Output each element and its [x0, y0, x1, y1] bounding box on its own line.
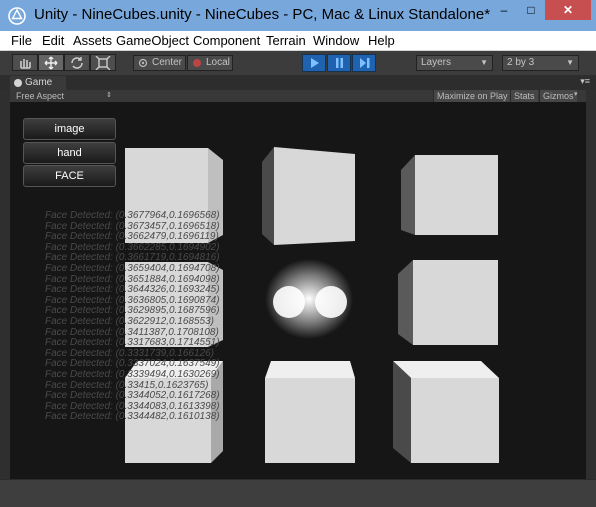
- cube-top-right: [401, 155, 498, 235]
- cube-top-center: [262, 147, 355, 245]
- layers-label: Layers: [421, 57, 452, 68]
- pivot-icon: [138, 58, 148, 68]
- menu-window[interactable]: Window: [313, 33, 359, 48]
- tab-game[interactable]: Game: [10, 76, 66, 90]
- log-line: Face Detected: (0.3659404,0.1694708): [45, 262, 220, 274]
- unity-window: Unity - NineCubes.unity - NineCubes - PC…: [0, 0, 596, 507]
- game-tab-bar: Game ▾≡: [0, 76, 596, 90]
- scale-tool-icon: [95, 56, 111, 70]
- game-tab-label: Game: [25, 77, 53, 88]
- log-line: Face Detected: (0.3339494,0.1630269): [45, 368, 220, 380]
- window-title: Unity - NineCubes.unity - NineCubes - PC…: [34, 6, 491, 23]
- hand-tool-button[interactable]: [12, 54, 38, 71]
- move-tool-button[interactable]: [38, 54, 64, 71]
- scale-tool-button[interactable]: [90, 54, 116, 71]
- title-bar[interactable]: Unity - NineCubes.unity - NineCubes - PC…: [0, 0, 596, 31]
- tab-menu-icon[interactable]: ▾≡: [580, 76, 590, 87]
- menu-edit[interactable]: Edit: [42, 33, 64, 48]
- layout-label: 2 by 3: [507, 57, 535, 68]
- menu-terrain[interactable]: Terrain: [266, 33, 306, 48]
- menu-file[interactable]: File: [11, 33, 32, 48]
- cube-bottom-right: [393, 361, 499, 463]
- log-line: Face Detected: (0.3622912,0.168553): [45, 315, 215, 327]
- hand-tool-icon: [20, 59, 31, 69]
- game-view-toolbar: Free Aspect ⇕ Maximize on Play Stats Giz…: [10, 90, 586, 102]
- menu-gameobject[interactable]: GameObject: [116, 33, 189, 48]
- close-button[interactable]: ✕: [545, 0, 591, 20]
- space-label: Local: [206, 57, 230, 68]
- unity-logo-icon: [8, 7, 26, 25]
- maximize-button[interactable]: □: [518, 0, 544, 20]
- game-viewport[interactable]: image hand FACE Face Detected: (0.367796…: [10, 102, 586, 479]
- face-detection-log: Face Detected: (0.3677964,0.1696568) Fac…: [45, 210, 220, 423]
- maximize-on-play-toggle[interactable]: Maximize on Play: [433, 90, 511, 102]
- cube-mid-center-blurred: [265, 259, 353, 339]
- menu-assets[interactable]: Assets: [73, 33, 112, 48]
- rotate-tool-icon: [71, 57, 83, 69]
- step-icon: [360, 58, 370, 68]
- menu-component[interactable]: Component: [193, 33, 260, 48]
- minimize-button[interactable]: –: [491, 0, 517, 20]
- gizmos-dropdown[interactable]: Gizmos: [539, 90, 577, 102]
- pause-button[interactable]: [327, 54, 351, 72]
- dropdown-arrow-icon: ⇕: [106, 92, 112, 99]
- move-tool-icon: [44, 56, 58, 70]
- aspect-dropdown[interactable]: Free Aspect ⇕: [16, 90, 112, 102]
- play-icon: [311, 58, 319, 68]
- pivot-label: Center: [152, 57, 183, 68]
- dropdown-arrow-icon: ▼: [566, 58, 574, 67]
- menu-help[interactable]: Help: [368, 33, 395, 48]
- image-button[interactable]: image: [23, 118, 116, 140]
- main-toolbar: Center Local Layers ▼ 2 by 3 ▼: [0, 51, 596, 75]
- aspect-label: Free Aspect: [16, 91, 65, 101]
- layout-dropdown[interactable]: 2 by 3 ▼: [502, 55, 579, 71]
- log-line: Face Detected: (0.3344482,0.1610138): [45, 411, 220, 423]
- dropdown-arrow-icon: ▾: [574, 91, 578, 98]
- cube-bottom-center: [265, 361, 355, 463]
- dropdown-arrow-icon: ▼: [480, 58, 488, 67]
- rotate-tool-button[interactable]: [64, 54, 90, 71]
- play-button[interactable]: [302, 54, 326, 72]
- menu-bar: File Edit Assets GameObject Component Te…: [0, 31, 596, 51]
- local-space-icon: [193, 59, 201, 67]
- pivot-rotation-toggle[interactable]: Local: [187, 55, 233, 71]
- stats-toggle[interactable]: Stats: [510, 90, 538, 102]
- hand-button[interactable]: hand: [23, 142, 116, 164]
- status-bar: [0, 479, 596, 507]
- layers-dropdown[interactable]: Layers ▼: [416, 55, 493, 71]
- cube-mid-right: [398, 260, 498, 345]
- log-line: Face Detected: (0.3677964,0.1696568): [45, 210, 220, 221]
- pivot-center-toggle[interactable]: Center: [133, 55, 186, 71]
- game-tab-icon: [14, 79, 22, 87]
- playback-controls: [302, 54, 376, 72]
- face-button[interactable]: FACE: [23, 165, 116, 187]
- pause-icon: [336, 58, 343, 68]
- step-button[interactable]: [352, 54, 376, 72]
